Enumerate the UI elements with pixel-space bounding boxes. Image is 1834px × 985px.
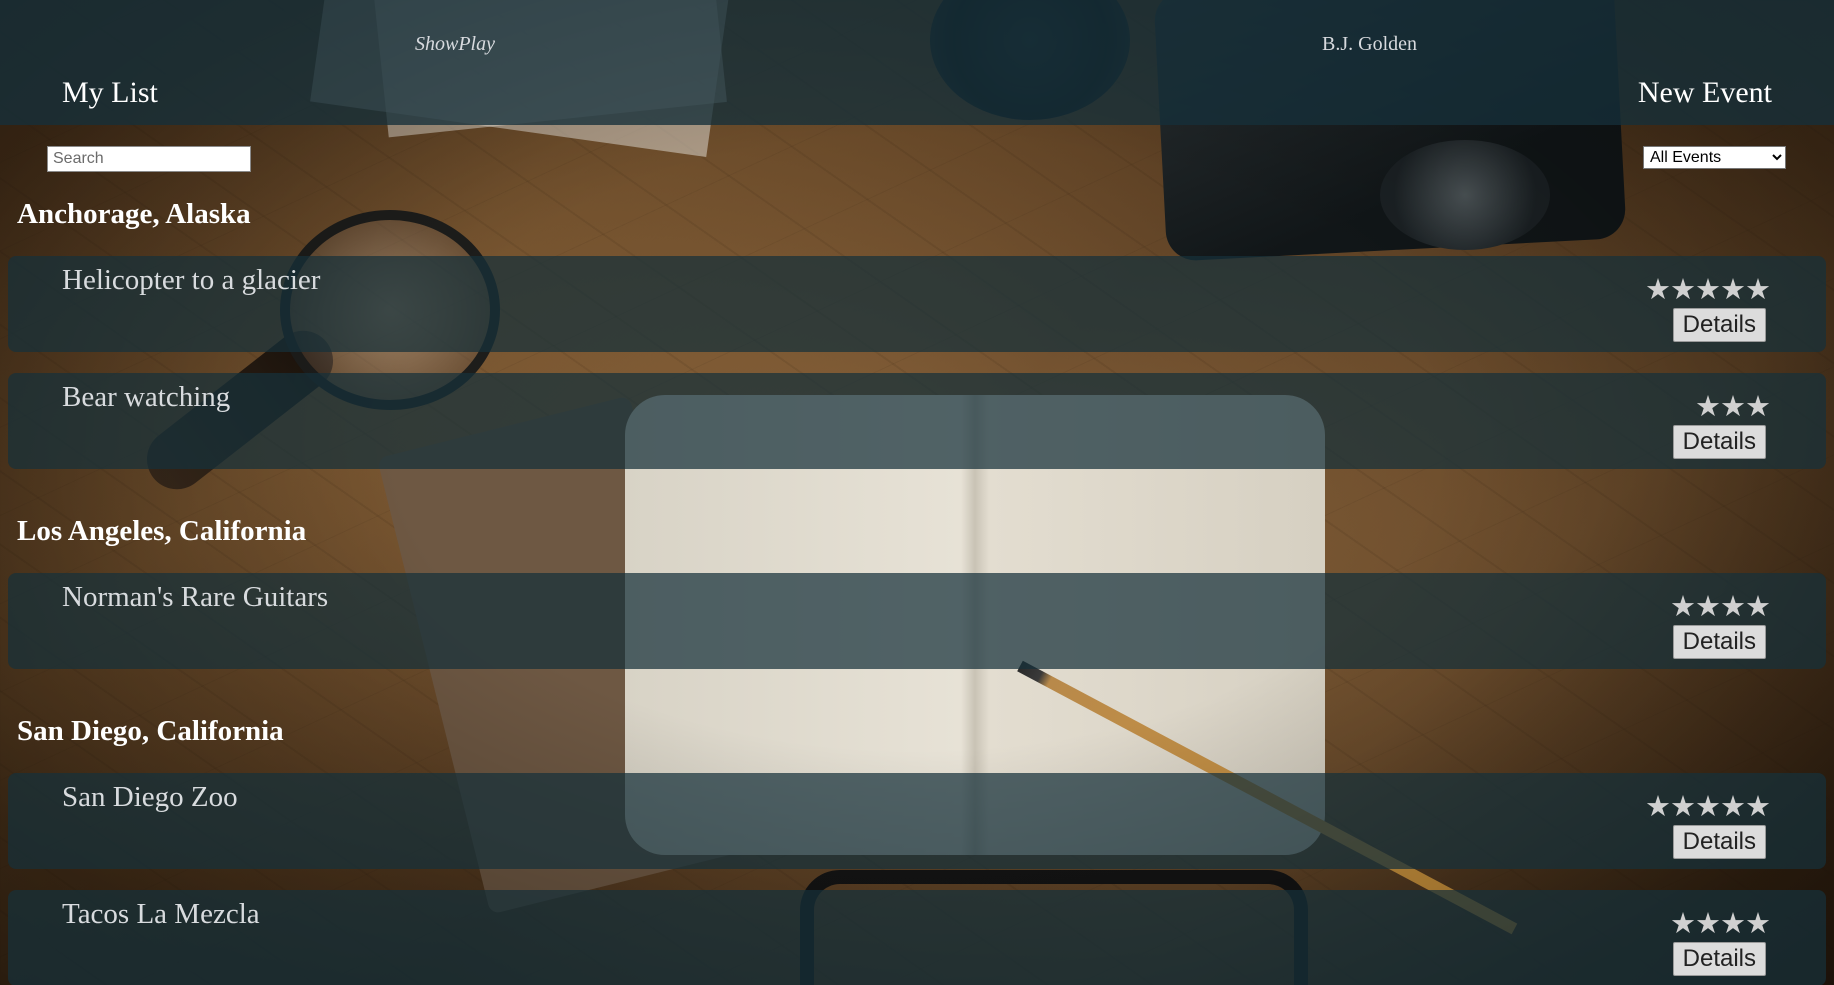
rating-stars: ★★★★ [1670, 906, 1771, 940]
event-card: San Diego Zoo ★★★★★ Details [8, 773, 1826, 869]
rating-stars: ★★★ [1695, 389, 1771, 423]
search-input[interactable] [47, 146, 251, 172]
event-card: Norman's Rare Guitars ★★★★ Details [8, 573, 1826, 669]
event-title: Norman's Rare Guitars [62, 581, 329, 613]
event-filter-select[interactable]: All Events [1643, 146, 1786, 169]
details-button[interactable]: Details [1672, 425, 1766, 459]
details-button[interactable]: Details [1672, 942, 1766, 976]
event-title: Bear watching [62, 381, 231, 413]
city-heading-anchorage: Anchorage, Alaska [17, 198, 251, 230]
event-card: Helicopter to a glacier ★★★★★ Details [8, 256, 1826, 352]
city-heading-san-diego: San Diego, California [17, 715, 284, 747]
rating-stars: ★★★★★ [1645, 789, 1771, 823]
details-button[interactable]: Details [1672, 825, 1766, 859]
rating-stars: ★★★★★ [1645, 272, 1771, 306]
event-title: San Diego Zoo [62, 781, 238, 813]
event-title: Helicopter to a glacier [62, 264, 321, 296]
city-heading-los-angeles: Los Angeles, California [17, 515, 307, 547]
event-title: Tacos La Mezcla [62, 898, 260, 930]
event-card: Tacos La Mezcla ★★★★ Details [8, 890, 1826, 985]
rating-stars: ★★★★ [1670, 589, 1771, 623]
event-card: Bear watching ★★★ Details [8, 373, 1826, 469]
details-button[interactable]: Details [1672, 308, 1766, 342]
event-list: Anchorage, Alaska Helicopter to a glacie… [0, 0, 1834, 985]
details-button[interactable]: Details [1672, 625, 1766, 659]
